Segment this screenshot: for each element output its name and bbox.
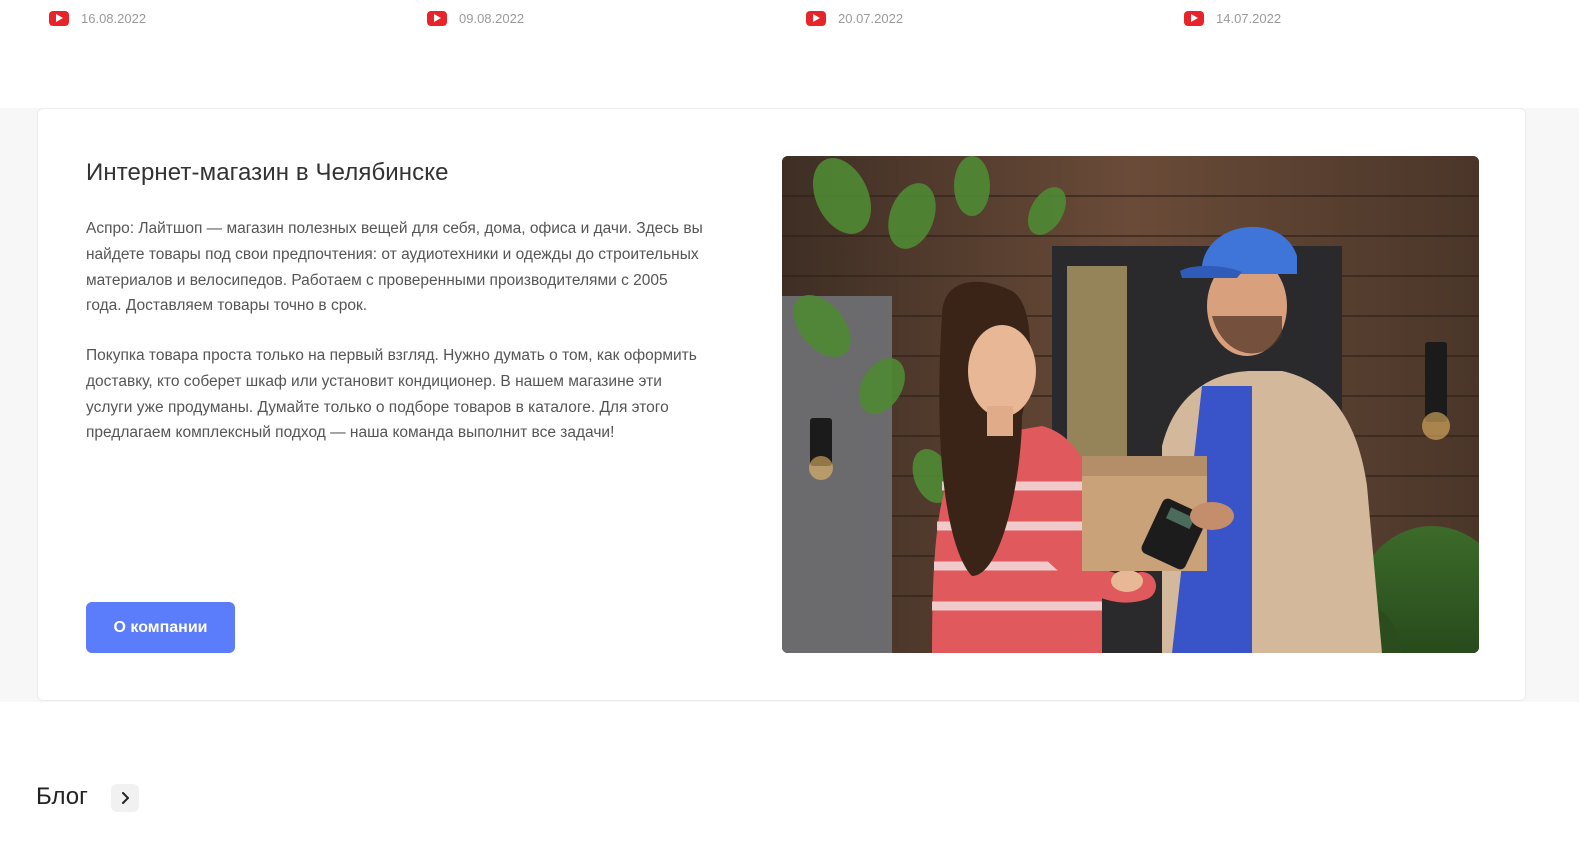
chevron-right-icon bbox=[122, 792, 129, 804]
delivery-photo bbox=[782, 156, 1479, 653]
youtube-icon bbox=[427, 10, 447, 26]
youtube-icon bbox=[806, 10, 826, 26]
video-dates-strip: 16.08.2022 09.08.2022 20.07.2022 14.07.2… bbox=[0, 0, 1579, 108]
video-date: 14.07.2022 bbox=[1216, 10, 1282, 26]
about-title: Интернет-магазин в Челябинске bbox=[86, 159, 449, 186]
about-company-button[interactable]: О компании bbox=[86, 602, 235, 653]
video-date: 09.08.2022 bbox=[459, 10, 525, 26]
about-paragraph-2: Покупка товара проста только на первый в… bbox=[86, 347, 697, 442]
video-meta-2: 09.08.2022 bbox=[427, 9, 524, 27]
video-date: 20.07.2022 bbox=[838, 10, 904, 26]
youtube-icon bbox=[1184, 10, 1204, 26]
youtube-icon bbox=[49, 10, 69, 26]
blog-arrow-button[interactable] bbox=[111, 784, 139, 812]
delivery-illustration bbox=[782, 156, 1479, 653]
about-company-card: Интернет-магазин в Челябинске Аспро: Лай… bbox=[37, 108, 1526, 701]
blog-title[interactable]: Блог bbox=[36, 783, 88, 811]
video-meta-4: 14.07.2022 bbox=[1184, 9, 1281, 27]
video-meta-3: 20.07.2022 bbox=[806, 9, 903, 27]
video-date: 16.08.2022 bbox=[81, 10, 147, 26]
video-meta-1: 16.08.2022 bbox=[49, 9, 146, 27]
about-paragraph-1: Аспро: Лайтшоп — магазин полезных вещей … bbox=[86, 220, 703, 315]
